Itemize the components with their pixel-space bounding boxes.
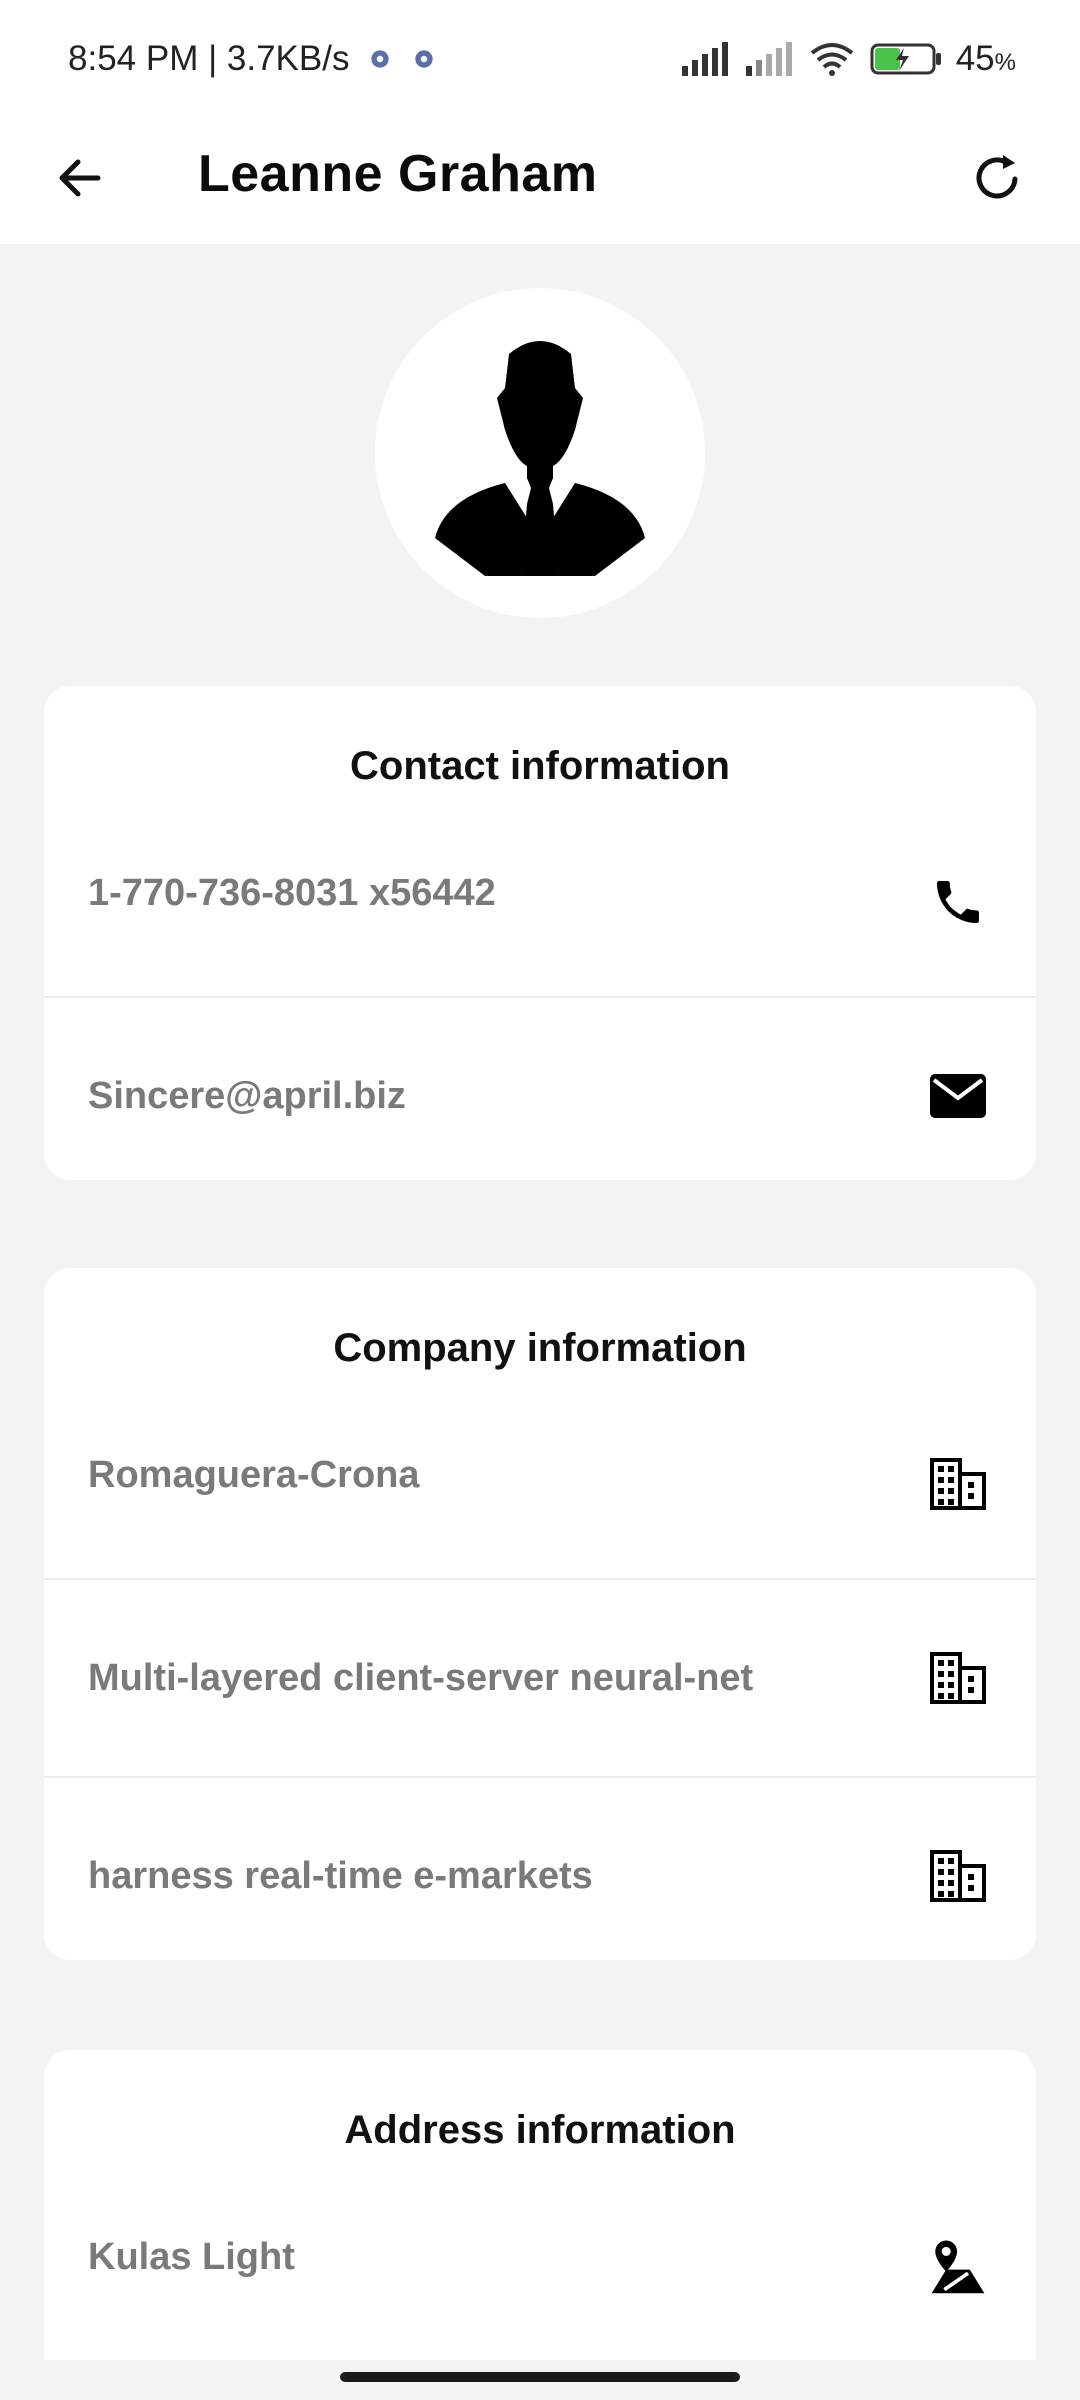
refresh-icon (976, 155, 1018, 199)
email-row[interactable]: Sincere@april.biz (44, 996, 1036, 1180)
catch-phrase-row[interactable]: Multi-layered client-server neural-net (44, 1578, 1036, 1776)
signal-icon (745, 42, 792, 76)
contact-card: Contact information 1-770-736-8031 x5644… (44, 686, 1036, 1180)
home-indicator[interactable] (340, 2372, 740, 2382)
building-icon (928, 1648, 988, 1708)
email-address: Sincere@april.biz (88, 1074, 406, 1117)
battery-unit: % (994, 49, 1016, 76)
battery-percent: 45 (955, 39, 995, 78)
building-icon (928, 1454, 988, 1514)
battery-icon (870, 43, 941, 75)
company-bs: harness real-time e-markets (88, 1854, 593, 1897)
street-row[interactable]: Kulas Light (44, 2210, 1036, 2360)
card-title-address: Address information (344, 2107, 736, 2152)
phone-icon (928, 872, 988, 932)
status-bar: 8:54 PM | 3.7KB/s 45% (0, 0, 1080, 118)
building-icon (928, 1846, 988, 1906)
arrow-left-icon (59, 159, 101, 197)
gear-icon (415, 50, 434, 68)
company-name: Romaguera-Crona (88, 1454, 420, 1496)
address-card: Address information Kulas Light (44, 2050, 1036, 2360)
page-title: Leanne Graham (198, 145, 598, 203)
user-silhouette-icon (435, 341, 645, 576)
status-time-speed: 8:54 PM | 3.7KB/s (68, 39, 350, 78)
card-title-company: Company information (333, 1325, 747, 1370)
company-name-row[interactable]: Romaguera-Crona (44, 1428, 1036, 1578)
phone-number: 1-770-736-8031 x56442 (88, 872, 496, 914)
gear-icon (371, 50, 390, 68)
wifi-icon (810, 43, 853, 76)
refresh-button[interactable] (962, 144, 1032, 214)
battery-level: 45% (956, 39, 1016, 79)
bs-row[interactable]: harness real-time e-markets (44, 1776, 1036, 1960)
company-card: Company information Romaguera-Crona Mult… (44, 1268, 1036, 1960)
mail-icon (928, 1066, 988, 1126)
map-pin-icon (928, 2236, 988, 2296)
card-title-contact: Contact information (350, 743, 730, 788)
address-street: Kulas Light (88, 2236, 295, 2278)
back-button[interactable] (48, 146, 112, 210)
phone-row[interactable]: 1-770-736-8031 x56442 (44, 846, 1036, 996)
status-left: 8:54 PM | 3.7KB/s (68, 39, 437, 79)
company-catch-phrase: Multi-layered client-server neural-net (88, 1656, 754, 1699)
avatar (375, 288, 705, 618)
app-bar: Leanne Graham (0, 118, 1080, 244)
status-right: 45% (680, 39, 1016, 79)
signal-icon (681, 42, 728, 76)
